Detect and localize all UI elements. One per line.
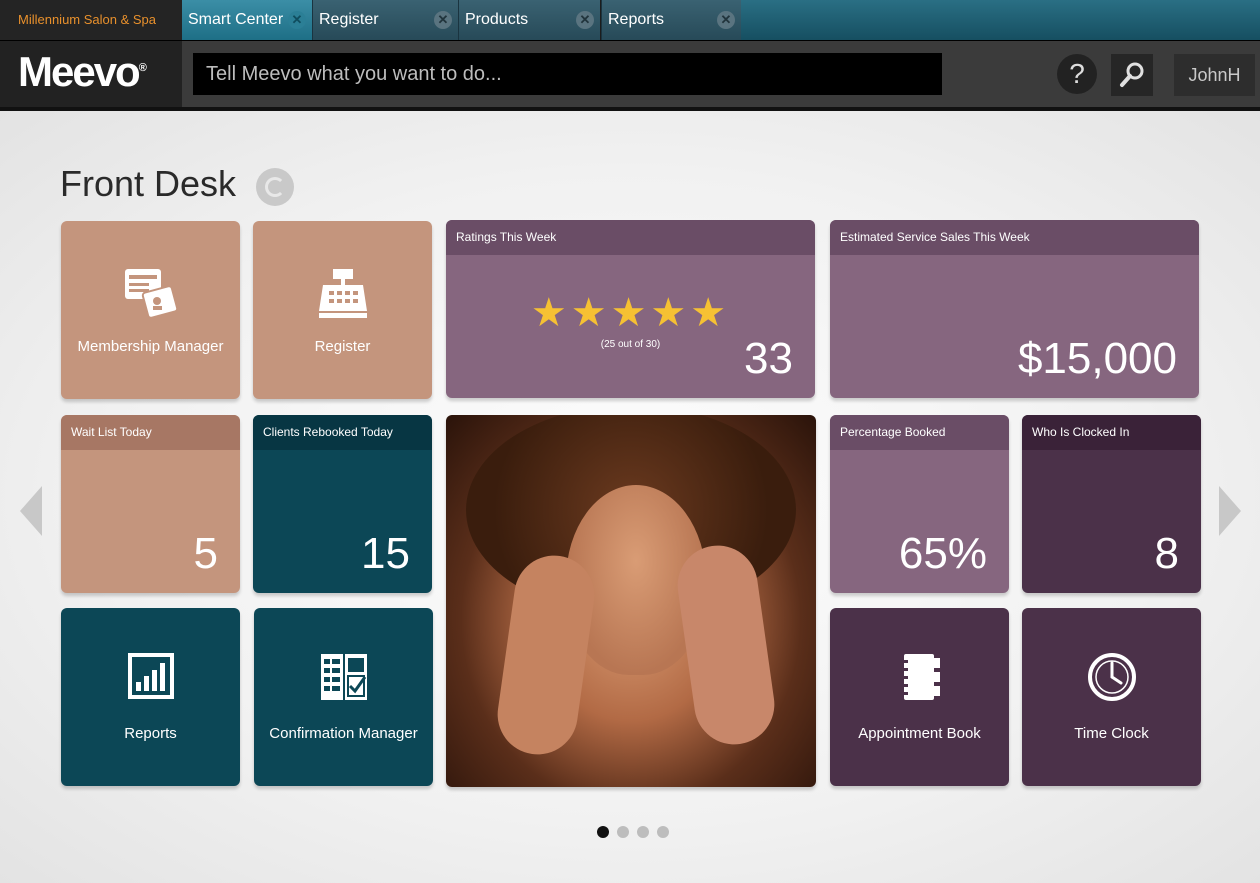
wait-list-tile[interactable]: Wait List Today 5: [61, 415, 240, 593]
cash-register-icon: [318, 269, 367, 318]
reports-tile[interactable]: Reports: [61, 608, 240, 786]
tab-smart-center[interactable]: Smart Center ✕: [182, 0, 312, 40]
tile-title: Percentage Booked: [830, 415, 1009, 450]
tile-title: Ratings This Week: [446, 220, 815, 255]
tile-label: Reports: [124, 725, 177, 742]
command-input[interactable]: [193, 53, 942, 95]
page-dot[interactable]: [617, 826, 629, 838]
tab-label: Smart Center: [188, 11, 284, 28]
tab-bar: Millennium Salon & Spa Smart Center ✕ Re…: [0, 0, 1260, 41]
tile-title: Wait List Today: [61, 415, 240, 450]
page-dot[interactable]: [597, 826, 609, 838]
clock-icon: [1087, 653, 1136, 701]
app-header: Meevo® ? JohnH: [0, 41, 1260, 111]
close-icon[interactable]: ✕: [576, 11, 594, 29]
page-title: Front Desk: [60, 163, 237, 204]
tile-label: Membership Manager: [77, 338, 224, 355]
page-dot[interactable]: [657, 826, 669, 838]
tile-label: Confirmation Manager: [269, 725, 418, 742]
promo-photo: [446, 415, 816, 787]
rating-stars: ★★★★★: [530, 291, 731, 335]
next-page-arrow[interactable]: [1219, 486, 1241, 536]
checklist-icon: [320, 654, 367, 700]
tile-title: Who Is Clocked In: [1022, 415, 1201, 450]
percentage-booked-value: 65%: [898, 529, 987, 578]
time-clock-tile[interactable]: Time Clock: [1022, 608, 1201, 786]
service-sales-value: $15,000: [1017, 334, 1177, 383]
main-area: Front Desk Membership Manager Register R…: [0, 111, 1260, 883]
tab-label: Products: [465, 11, 529, 28]
appointment-book-icon: [900, 654, 940, 700]
clocked-in-value: 8: [1154, 529, 1179, 578]
tab-products[interactable]: Products ✕: [458, 0, 600, 40]
previous-page-arrow[interactable]: [20, 486, 42, 536]
percentage-booked-tile[interactable]: Percentage Booked 65%: [830, 415, 1009, 593]
ratings-count: 33: [744, 334, 793, 383]
tile-title: Clients Rebooked Today: [253, 415, 432, 450]
salon-name: Millennium Salon & Spa: [0, 0, 182, 40]
page-indicator: [597, 825, 677, 843]
tile-label: Appointment Book: [858, 725, 981, 742]
search-button[interactable]: [1111, 54, 1153, 96]
clocked-in-tile[interactable]: Who Is Clocked In 8: [1022, 415, 1201, 593]
tab-label: Register: [319, 11, 379, 28]
tab-reports[interactable]: Reports ✕: [601, 0, 741, 40]
help-icon: ?: [1069, 58, 1085, 89]
tile-label: Time Clock: [1074, 725, 1149, 742]
search-icon: [1120, 62, 1144, 87]
logo-area: Meevo®: [0, 41, 182, 107]
bar-chart-icon: [127, 653, 174, 699]
close-icon[interactable]: ✕: [288, 11, 306, 29]
tile-label: Register: [314, 338, 371, 355]
page-dot[interactable]: [637, 826, 649, 838]
appointment-book-tile[interactable]: Appointment Book: [830, 608, 1009, 786]
register-tile[interactable]: Register: [253, 221, 432, 399]
close-icon[interactable]: ✕: [434, 11, 452, 29]
tab-register[interactable]: Register ✕: [312, 0, 458, 40]
service-sales-tile[interactable]: Estimated Service Sales This Week $15,00…: [830, 220, 1199, 398]
wait-list-value: 5: [193, 529, 218, 578]
ratings-tile[interactable]: Ratings This Week ★★★★★ (25 out of 30) 3…: [446, 220, 815, 398]
membership-card-icon: [124, 269, 178, 319]
help-button[interactable]: ?: [1057, 54, 1097, 94]
confirmation-manager-tile[interactable]: Confirmation Manager: [254, 608, 433, 786]
meevo-logo[interactable]: Meevo®: [18, 48, 147, 96]
user-menu[interactable]: JohnH: [1174, 54, 1255, 96]
tile-title: Estimated Service Sales This Week: [830, 220, 1199, 255]
tab-bar-fill: [741, 0, 1260, 40]
close-icon[interactable]: ✕: [717, 11, 735, 29]
tab-label: Reports: [608, 11, 665, 28]
clients-rebooked-tile[interactable]: Clients Rebooked Today 15: [253, 415, 432, 593]
rebooked-value: 15: [361, 529, 410, 578]
membership-manager-tile[interactable]: Membership Manager: [61, 221, 240, 399]
refresh-icon[interactable]: [256, 168, 294, 206]
